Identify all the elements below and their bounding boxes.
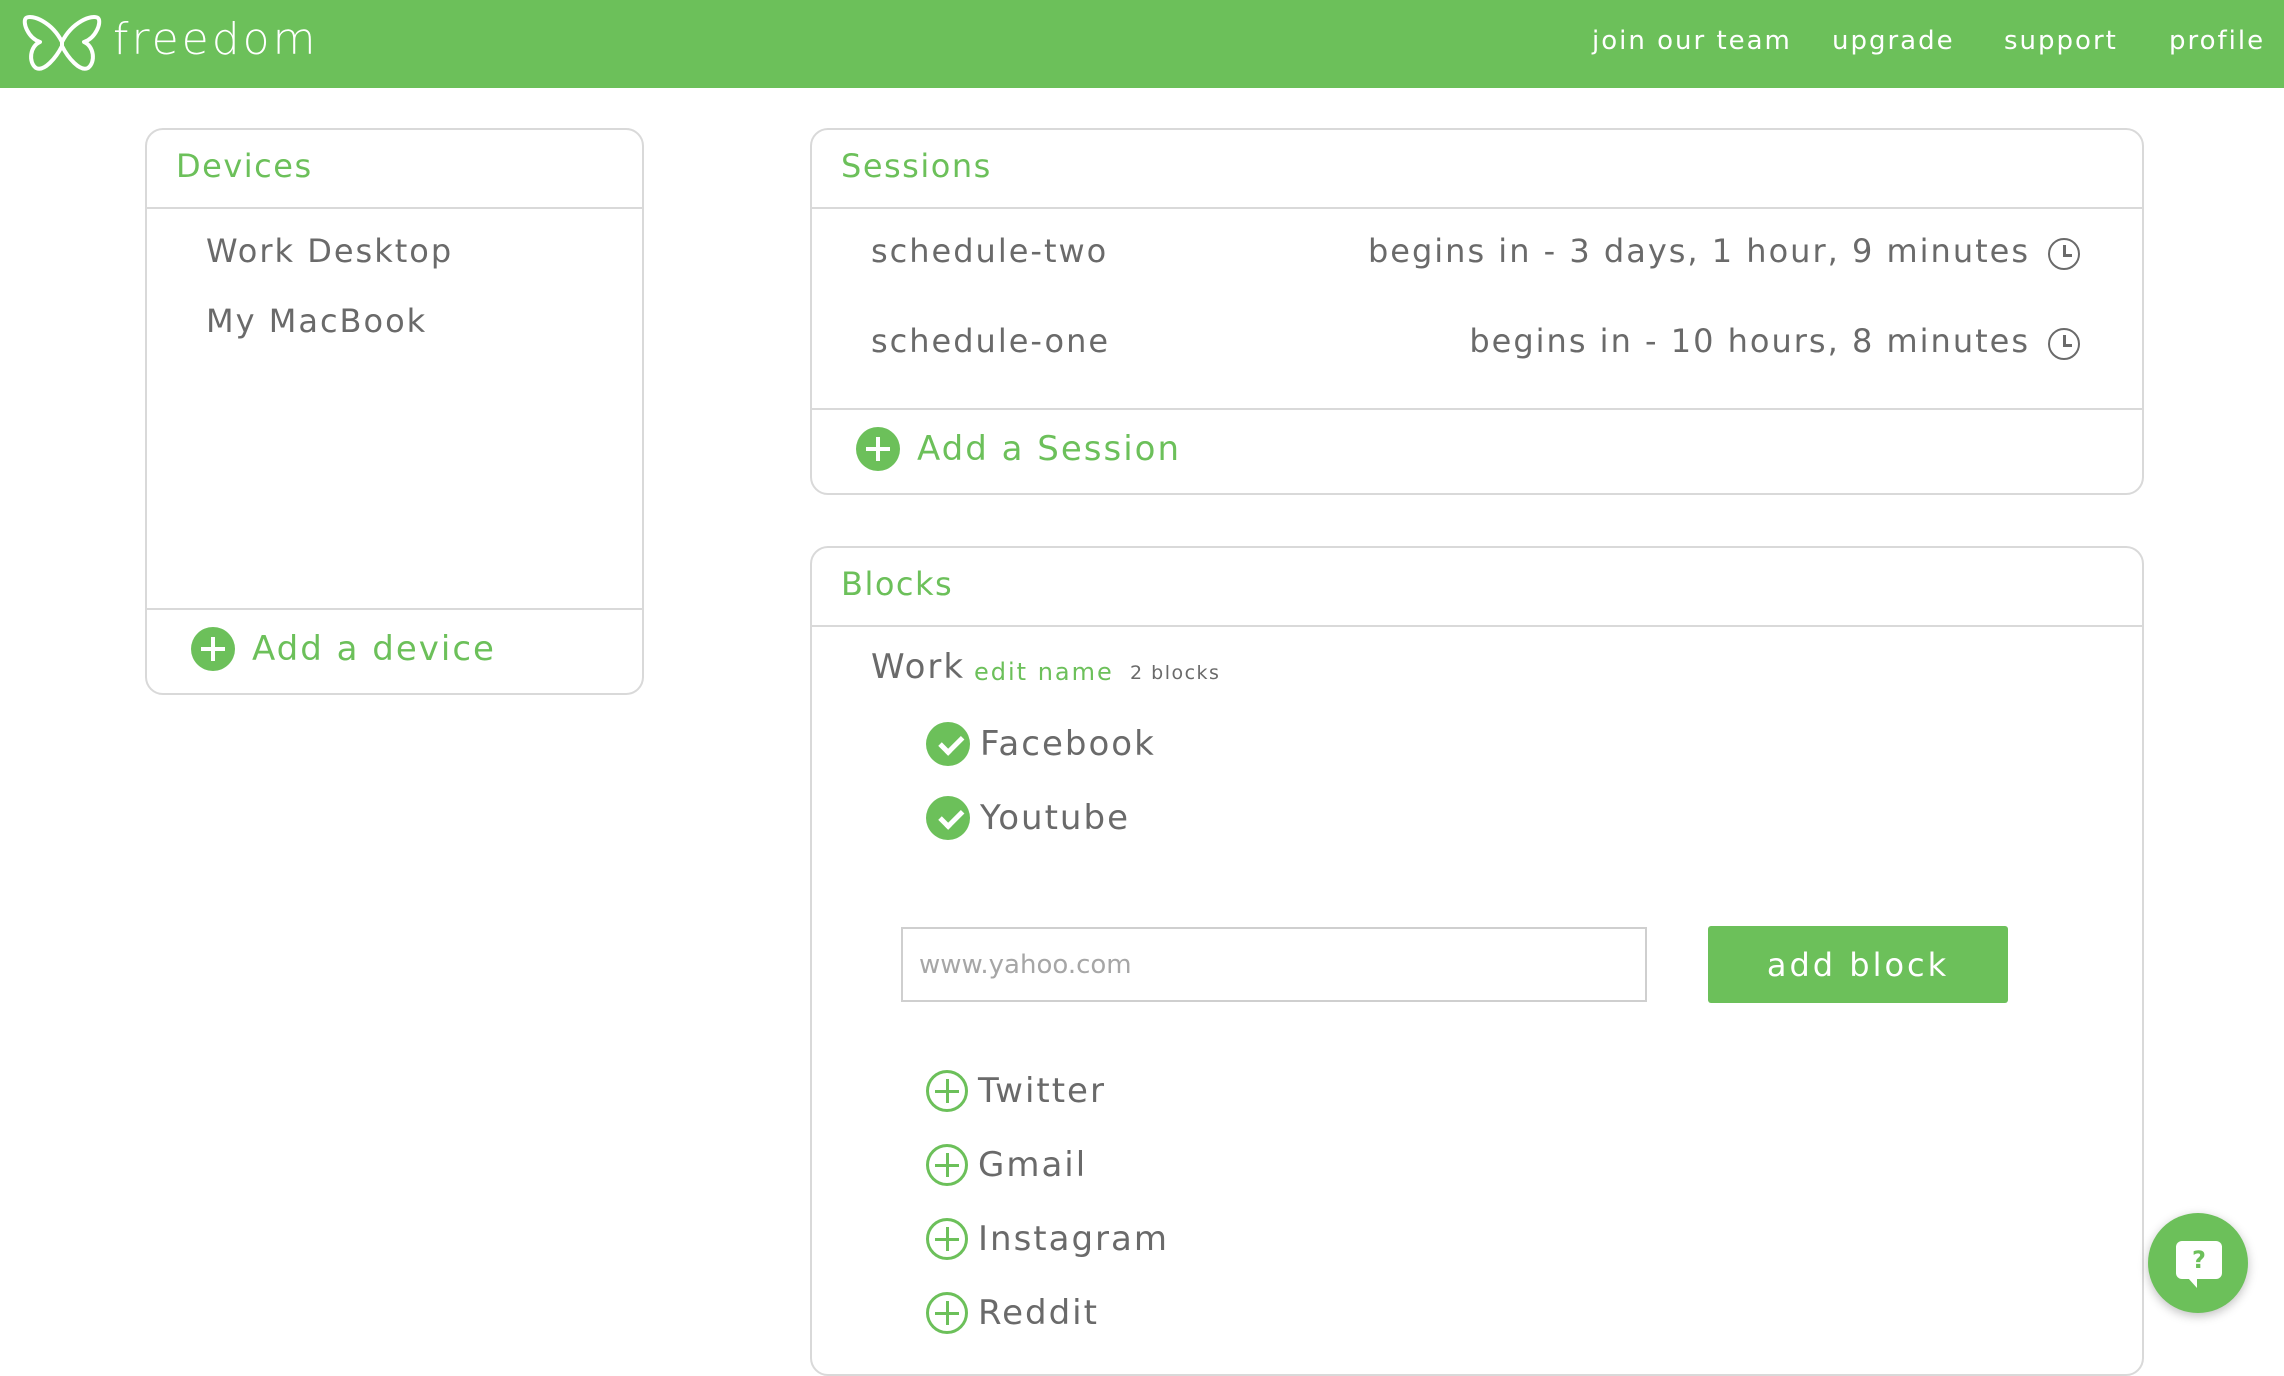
suggested-site-instagram[interactable]: Instagram [926, 1218, 1169, 1260]
add-block-button[interactable]: add block [1708, 926, 2008, 1003]
sessions-footer-divider [812, 408, 2142, 410]
block-url-input[interactable] [901, 927, 1647, 1002]
add-circle-icon [856, 427, 900, 471]
blocked-site-label: Youtube [980, 798, 1130, 838]
nav-support[interactable]: support [2004, 26, 2118, 56]
devices-card: Devices Work Desktop My MacBook Add a de… [145, 128, 644, 695]
session-name[interactable]: schedule-two [871, 232, 1108, 270]
blocks-title: Blocks [841, 565, 954, 603]
blocked-site-youtube[interactable]: Youtube [926, 796, 1130, 840]
blocks-header-divider [812, 625, 2142, 627]
clock-icon [2048, 328, 2080, 360]
suggested-site-label: Reddit [978, 1293, 1099, 1333]
suggested-site-twitter[interactable]: Twitter [926, 1070, 1106, 1112]
add-session-label: Add a Session [917, 429, 1181, 469]
add-device-label: Add a device [252, 629, 496, 669]
devices-footer-divider [147, 608, 642, 610]
devices-title: Devices [176, 147, 313, 185]
sessions-card: Sessions schedule-two begins in - 3 days… [810, 128, 2144, 495]
add-outline-icon [926, 1070, 968, 1112]
suggested-site-gmail[interactable]: Gmail [926, 1144, 1087, 1186]
brand-name[interactable]: freedom [113, 14, 318, 65]
top-navigation-bar: freedom join our team upgrade support pr… [0, 0, 2284, 88]
devices-header-divider [147, 207, 642, 209]
add-session-button[interactable]: Add a Session [856, 427, 1181, 471]
suggested-site-label: Instagram [978, 1219, 1169, 1259]
device-item-work-desktop[interactable]: Work Desktop [206, 232, 453, 270]
check-circle-icon [926, 722, 970, 766]
session-countdown: begins in - 3 days, 1 hour, 9 minutes [1367, 232, 2030, 270]
blocked-site-label: Facebook [980, 724, 1156, 764]
session-countdown: begins in - 10 hours, 8 minutes [1469, 322, 2030, 360]
sessions-title: Sessions [841, 147, 992, 185]
nav-upgrade[interactable]: upgrade [1832, 26, 1955, 56]
nav-join-our-team[interactable]: join our team [1592, 26, 1792, 56]
clock-icon [2048, 238, 2080, 270]
device-item-my-macbook[interactable]: My MacBook [206, 302, 427, 340]
suggested-site-label: Twitter [978, 1071, 1106, 1111]
session-name[interactable]: schedule-one [871, 322, 1110, 360]
add-outline-icon [926, 1218, 968, 1260]
suggested-site-reddit[interactable]: Reddit [926, 1292, 1099, 1334]
add-device-button[interactable]: Add a device [191, 627, 496, 671]
help-chat-button[interactable]: ? [2148, 1213, 2248, 1313]
block-count: 2 blocks [1130, 662, 1221, 684]
add-circle-icon [191, 627, 235, 671]
blocked-site-facebook[interactable]: Facebook [926, 722, 1156, 766]
add-outline-icon [926, 1144, 968, 1186]
nav-profile[interactable]: profile [2169, 26, 2265, 56]
help-question-icon: ? [2176, 1241, 2222, 1288]
add-outline-icon [926, 1292, 968, 1334]
butterfly-icon[interactable] [22, 12, 102, 74]
suggested-site-label: Gmail [978, 1145, 1088, 1185]
sessions-header-divider [812, 207, 2142, 209]
block-group-name: Work [871, 647, 966, 687]
check-circle-icon [926, 796, 970, 840]
edit-name-link[interactable]: edit name [974, 658, 1114, 686]
